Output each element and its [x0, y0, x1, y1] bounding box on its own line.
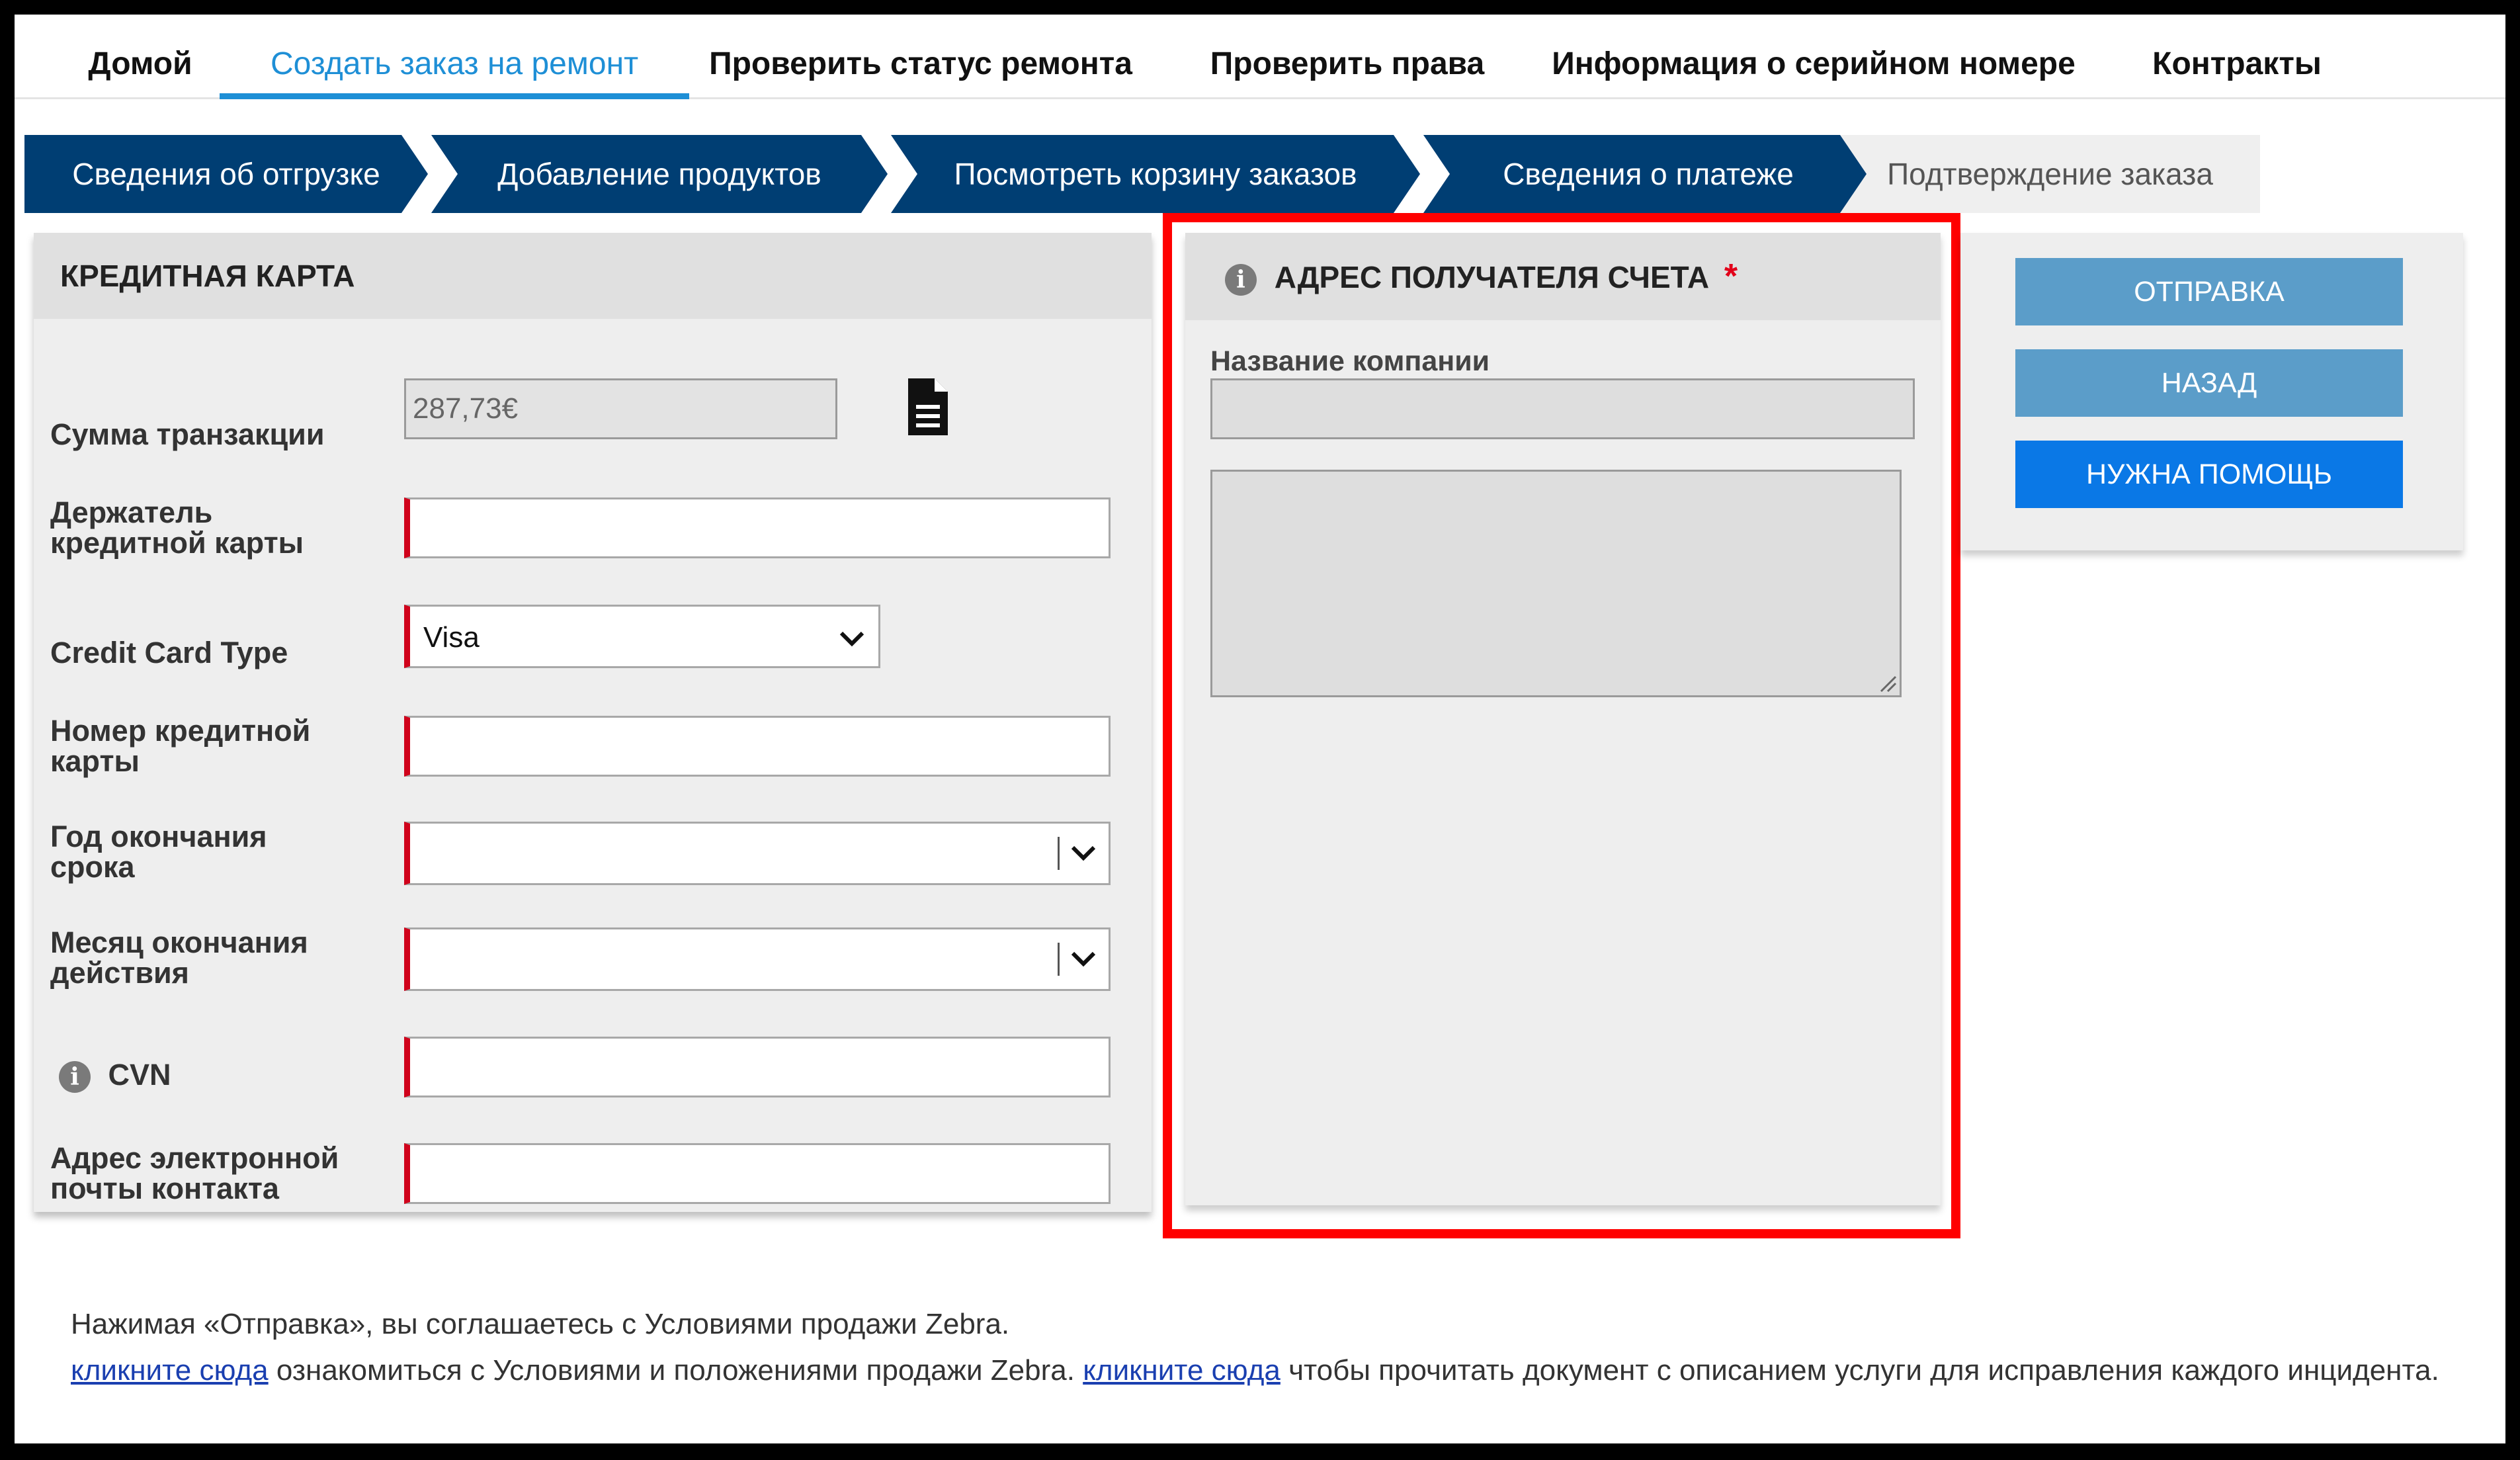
chevron-down-icon: [1071, 951, 1096, 967]
terms-text: ознакомиться с Условиями и положениями п…: [268, 1354, 1083, 1387]
document-icon[interactable]: [905, 377, 950, 437]
submit-button[interactable]: ОТПРАВКА: [2015, 258, 2403, 325]
select-separator: [1058, 943, 1060, 976]
nav-contracts[interactable]: Контракты: [2138, 41, 2336, 99]
back-button[interactable]: НАЗАД: [2015, 349, 2403, 417]
service-description-link[interactable]: кликните сюда: [1083, 1354, 1281, 1387]
select-separator: [1058, 837, 1060, 870]
card-type-select[interactable]: Visa: [404, 605, 880, 668]
billing-address-textarea[interactable]: [1210, 470, 1902, 697]
exp-year-label-line2: срока: [50, 850, 135, 884]
top-navigation: Домой Создать заказ на ремонт Проверить …: [15, 15, 2505, 99]
checkout-stepper: Сведения об отгрузке Добавление продукто…: [24, 135, 2260, 213]
company-name-input[interactable]: [1210, 378, 1915, 439]
info-icon[interactable]: i: [59, 1061, 91, 1094]
terms-link[interactable]: кликните сюда: [71, 1354, 269, 1387]
billing-address-header: i АДРЕС ПОЛУЧАТЕЛЯ СЧЕТА *: [1185, 233, 1941, 320]
card-number-label-line2: карты: [50, 744, 140, 778]
amount-field: 287,73€: [404, 378, 837, 439]
info-icon[interactable]: i: [1225, 263, 1257, 296]
chevron-down-icon: [839, 631, 864, 647]
exp-year-select[interactable]: [404, 822, 1111, 885]
actions-panel: ОТПРАВКА НАЗАД НУЖНА ПОМОЩЬ: [1960, 233, 2463, 550]
exp-year-label-line1: Год окончания: [50, 820, 267, 853]
contact-email-input[interactable]: [404, 1143, 1111, 1204]
step-shipping-info[interactable]: Сведения об отгрузке: [24, 135, 428, 213]
cvn-label-text: CVN: [108, 1058, 171, 1092]
step-add-products[interactable]: Добавление продуктов: [431, 135, 888, 213]
chevron-down-icon: [1071, 845, 1096, 861]
cvn-label: i CVN: [59, 1058, 171, 1094]
credit-card-panel: КРЕДИТНАЯ КАРТА Сумма транзакции 287,73€…: [34, 233, 1152, 1212]
cardholder-label-line2: кредитной карты: [50, 526, 304, 560]
nav-serial-number-info[interactable]: Информация о серийном номере: [1539, 41, 2088, 99]
nav-check-entitlement[interactable]: Проверить права: [1198, 41, 1496, 99]
email-label-line2: почты контакта: [50, 1172, 279, 1205]
required-marker: *: [1724, 257, 1738, 296]
card-number-label-line1: Номер кредитной: [50, 714, 311, 748]
cardholder-input[interactable]: [404, 497, 1111, 558]
terms-line1: Нажимая «Отправка», вы соглашаетесь с Ус…: [71, 1308, 1010, 1340]
resize-handle-icon[interactable]: [1877, 673, 1897, 693]
nav-check-repair-status[interactable]: Проверить статус ремонта: [709, 41, 1132, 99]
exp-month-label-line1: Месяц окончания: [50, 925, 308, 959]
step-order-confirmation: Подтверждение заказа: [1840, 135, 2260, 213]
billing-address-panel: i АДРЕС ПОЛУЧАТЕЛЯ СЧЕТА * Название комп…: [1185, 233, 1941, 1205]
card-number-input[interactable]: [404, 716, 1111, 777]
terms-line2: кликните сюда ознакомиться с Условиями и…: [71, 1348, 2439, 1394]
page-frame: Домой Создать заказ на ремонт Проверить …: [15, 15, 2505, 1443]
company-name-label: Название компании: [1210, 345, 1490, 377]
need-help-button[interactable]: НУЖНА ПОМОЩЬ: [2015, 441, 2403, 508]
card-type-label: Credit Card Type: [50, 636, 288, 669]
exp-month-label-line2: действия: [50, 956, 189, 990]
email-label-line1: Адрес электронной: [50, 1141, 339, 1175]
nav-home[interactable]: Домой: [74, 41, 206, 99]
billing-address-title: АДРЕС ПОЛУЧАТЕЛЯ СЧЕТА: [1274, 260, 1710, 294]
cvn-input[interactable]: [404, 1037, 1111, 1097]
amount-label: Сумма транзакции: [50, 417, 325, 451]
step-payment-info[interactable]: Сведения о платеже: [1423, 135, 1873, 213]
terms-footer: Нажимая «Отправка», вы соглашаетесь с Ус…: [71, 1301, 2439, 1394]
service-text: чтобы прочитать документ с описанием усл…: [1280, 1354, 2439, 1387]
exp-month-select[interactable]: [404, 927, 1111, 991]
nav-create-repair-order[interactable]: Создать заказ на ремонт: [220, 41, 689, 99]
credit-card-title: КРЕДИТНАЯ КАРТА: [34, 233, 1152, 319]
step-view-cart[interactable]: Посмотреть корзину заказов: [891, 135, 1420, 213]
cardholder-label-line1: Держатель: [50, 495, 213, 529]
card-type-value: Visa: [423, 621, 480, 654]
